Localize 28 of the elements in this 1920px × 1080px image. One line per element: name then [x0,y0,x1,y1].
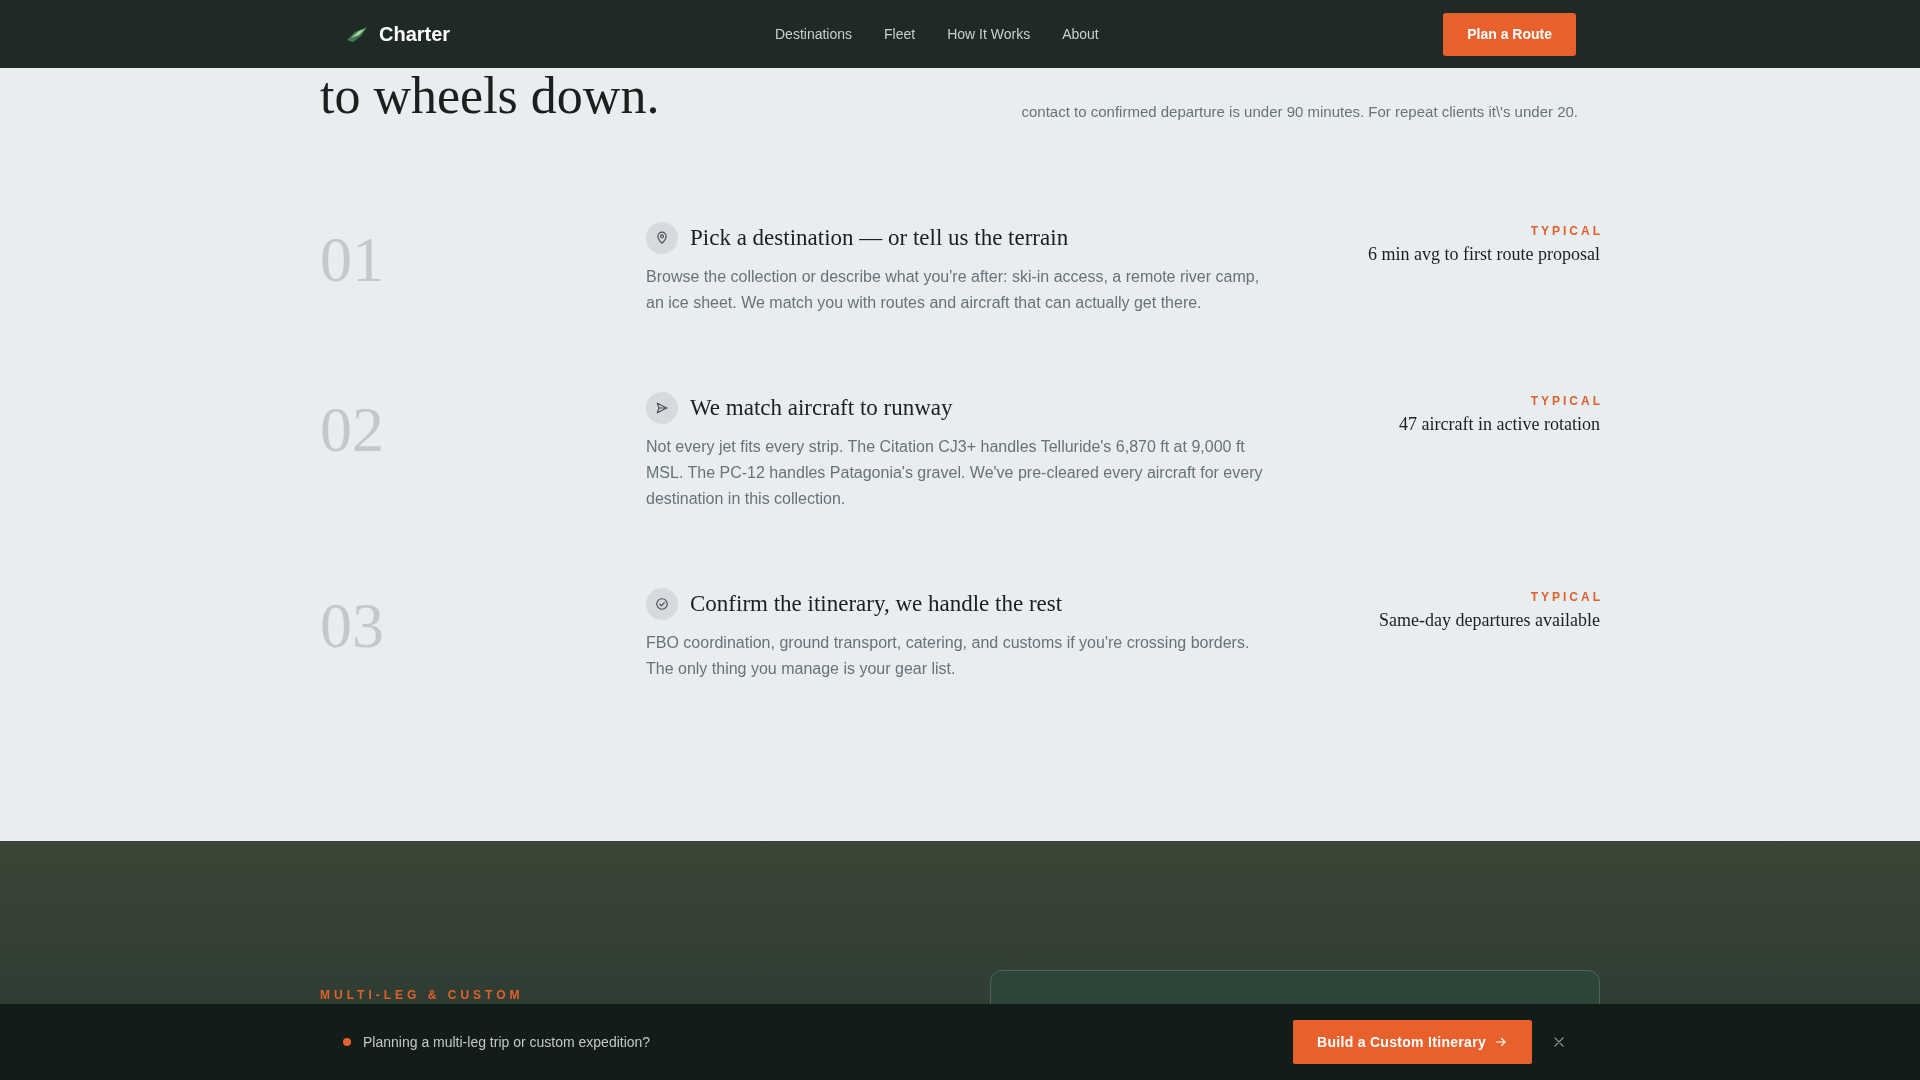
step-description: Not every jet fits every strip. The Citation CJ3+ handles Telluride's 6,870 ft at 9,000 ft MSL. The PC-12 handles Patagonia's gravel. We've pre-cleared every aircraft for every destination in this collection. [646,437,1264,509]
step-description: Browse the collection or describe what you're after: ski-in access, a remote river camp, an ice sheet. We match you with routes and aircraft that can actually get there. [646,267,1261,313]
logo-icon [345,24,369,44]
location-pin-icon [646,222,678,254]
typical-label: TYPICAL [1529,394,1603,408]
check-circle-icon [646,588,678,620]
step-title: Pick a destination — or tell us the terrain [690,225,1069,251]
nav-link[interactable]: How It Works [947,26,1031,42]
brand-name[interactable]: Charter [379,22,451,46]
nav-link[interactable]: Fleet [884,26,916,42]
typical-label: TYPICAL [1529,590,1603,604]
typical-label: TYPICAL [1529,224,1603,238]
arrow-right-icon [1494,1035,1508,1049]
banner-text: Planning a multi-leg trip or custom expedition? [363,1034,651,1050]
typical-stat: Same-day departures available [1378,610,1600,631]
paper-plane-icon [646,392,678,424]
step-title: Confirm the itinerary, we handle the rest [690,591,1063,617]
section-eyebrow: MULTI-LEG & CUSTOM [320,988,524,1002]
typical-stat: 6 min avg to first route proposal [1367,244,1600,265]
hero-title: to wheels down. [320,70,660,122]
step-description: FBO coordination, ground transport, catering, and customs if you're crossing borders. The only thing you manage is your gear list. [646,633,1251,679]
hero-text: contact to confirmed departure is under 90 minutes. For repeat clients it\'s under 20. [1021,103,1578,122]
close-icon [1552,1035,1566,1049]
nav-link[interactable]: About [1062,26,1099,42]
step-title: We match aircraft to runway [690,395,953,421]
typical-stat: 47 aircraft in active rotation [1398,414,1600,435]
status-dot [343,1038,351,1046]
nav-link[interactable]: Destinations [775,26,853,42]
